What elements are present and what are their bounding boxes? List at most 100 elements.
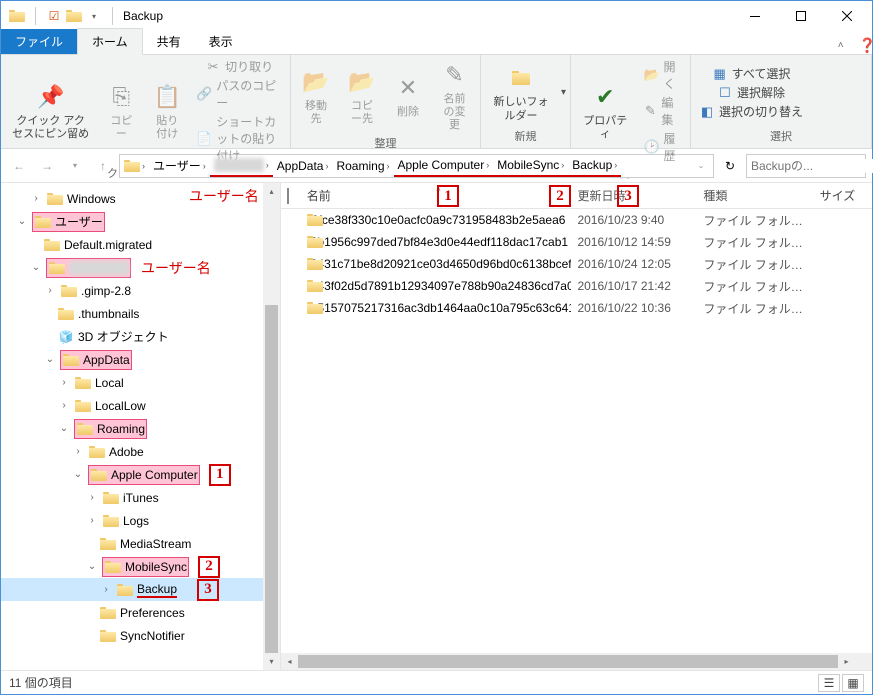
copypath-button[interactable]: 🔗パスのコピー xyxy=(192,76,286,112)
edit-icon: ✎ xyxy=(644,103,658,119)
tree-adobe[interactable]: ›Adobe xyxy=(1,440,280,463)
group-select: 選択 xyxy=(693,128,869,146)
properties-button[interactable]: ✔プロパティ xyxy=(573,79,638,143)
file-date: 2016/10/17 21:42 xyxy=(571,279,697,293)
table-row[interactable]: 2b1956c997ded7bf84e3d0e44edf118dac17cab1… xyxy=(281,231,872,253)
tree-itunes[interactable]: ›iTunes xyxy=(1,486,280,509)
tree-logs[interactable]: ›Logs xyxy=(1,509,280,532)
table-row[interactable]: 2431c71be8d20921ce03d4650d96bd0c6138bcef… xyxy=(281,253,872,275)
qat-dropdown-icon[interactable]: ▾ xyxy=(86,8,102,24)
select-all-checkbox[interactable] xyxy=(287,188,289,204)
help-icon[interactable]: ❓ xyxy=(859,37,873,54)
tree-mobilesync[interactable]: ⌄MobileSync2 xyxy=(1,555,280,578)
tree-appdata[interactable]: ⌄AppData xyxy=(1,348,280,371)
tree-thumbnails[interactable]: .thumbnails xyxy=(1,302,280,325)
column-size[interactable]: サイズ xyxy=(814,187,872,204)
crumb-username[interactable]: › xyxy=(210,155,273,177)
tree-syncnotifier[interactable]: SyncNotifier xyxy=(1,624,280,647)
file-list: 名前˄ 更新日時 種類 サイズ 1 2 3 0fce38f330c10e0acf… xyxy=(281,183,872,670)
file-type: ファイル フォルダー xyxy=(697,278,813,295)
selectnone-icon: ☐ xyxy=(717,85,733,101)
paste-button[interactable]: 📋貼り付け xyxy=(144,79,190,143)
crumb-roaming[interactable]: Roaming› xyxy=(332,155,393,177)
cut-button[interactable]: ✂切り取り xyxy=(192,57,286,76)
tab-home[interactable]: ホーム xyxy=(77,28,143,55)
moveto-button[interactable]: 📂移動先 xyxy=(293,64,339,128)
recent-button[interactable]: ▾ xyxy=(63,154,87,178)
rename-button[interactable]: ✎名前の変更 xyxy=(431,57,478,135)
table-row[interactable]: 0fce38f330c10e0acfc0a9c731958483b2e5aea6… xyxy=(281,209,872,231)
tree-3dobjects[interactable]: 🧊3D オブジェクト xyxy=(1,325,280,348)
delete-icon: ✕ xyxy=(392,72,424,104)
maximize-button[interactable] xyxy=(778,1,824,31)
tab-share[interactable]: 共有 xyxy=(143,29,195,54)
ribbon-tabs: ファイル ホーム 共有 表示 ˄ ❓ xyxy=(1,31,872,55)
column-headers: 名前˄ 更新日時 種類 サイズ xyxy=(281,183,872,209)
copyto-icon: 📂 xyxy=(346,66,378,98)
cut-icon: ✂ xyxy=(205,59,221,75)
file-date: 2016/10/23 9:40 xyxy=(571,213,697,227)
tree-preferences[interactable]: Preferences xyxy=(1,601,280,624)
column-type[interactable]: 種類 xyxy=(697,187,813,204)
selectall-button[interactable]: ▦すべて選択 xyxy=(695,64,807,83)
properties-icon: ✔ xyxy=(589,81,621,113)
tree-username[interactable]: ⌄ ユーザー名 xyxy=(1,256,280,279)
table-row[interactable]: b43f02d5d7891b12934097e788b90a24836cd7a0… xyxy=(281,275,872,297)
tree-apple[interactable]: ⌄Apple Computer1 xyxy=(1,463,280,486)
copyto-button[interactable]: 📂コピー先 xyxy=(339,64,385,128)
new-dropdown-icon[interactable]: ▾ xyxy=(561,87,566,98)
qat-folder-icon[interactable] xyxy=(66,8,82,24)
refresh-button[interactable]: ↻ xyxy=(718,154,742,178)
annotation-2: 2 xyxy=(198,556,220,578)
open-icon: 📂 xyxy=(644,67,660,83)
edit-button[interactable]: ✎編集 xyxy=(640,93,686,129)
addr-dropdown-icon[interactable]: ⌄ xyxy=(689,154,713,178)
view-details-button[interactable]: ☰ xyxy=(818,674,840,692)
tab-file[interactable]: ファイル xyxy=(1,29,77,54)
file-name: 0fce38f330c10e0acfc0a9c731958483b2e5aea6 xyxy=(312,213,566,227)
invert-icon: ◧ xyxy=(699,104,715,120)
tab-view[interactable]: 表示 xyxy=(195,29,247,54)
crumb-apple[interactable]: Apple Computer› xyxy=(394,155,494,177)
crumb-mobilesync[interactable]: MobileSync› xyxy=(493,155,568,177)
tree-backup[interactable]: ›Backup3 xyxy=(1,578,280,601)
crumb-backup[interactable]: Backup› xyxy=(568,155,621,177)
open-button[interactable]: 📂開く xyxy=(640,57,686,93)
copy-button[interactable]: ⎘コピー xyxy=(98,79,144,143)
paste-icon: 📋 xyxy=(151,81,183,113)
search-input[interactable] xyxy=(751,159,873,173)
file-date: 2016/10/22 10:36 xyxy=(571,301,697,315)
status-bar: 11 個の項目 ☰ ▦ xyxy=(1,670,872,694)
back-button[interactable]: ← xyxy=(7,154,31,178)
annotation-username-top: ユーザー名 xyxy=(189,186,259,206)
minimize-button[interactable] xyxy=(732,1,778,31)
collapse-ribbon-icon[interactable]: ˄ xyxy=(838,40,844,51)
nav-scrollbar[interactable]: ▴▾ xyxy=(263,183,280,670)
newfolder-button[interactable]: 新しいフォルダー xyxy=(483,60,559,124)
forward-button[interactable]: → xyxy=(35,154,59,178)
invert-button[interactable]: ◧選択の切り替え xyxy=(695,102,807,121)
qat-save-icon[interactable]: ☑ xyxy=(46,8,62,24)
file-name: 2431c71be8d20921ce03d4650d96bd0c6138bcef xyxy=(311,257,572,271)
tree-gimp[interactable]: ›.gimp-2.8 xyxy=(1,279,280,302)
close-button[interactable] xyxy=(824,1,870,31)
selectnone-button[interactable]: ☐選択解除 xyxy=(695,83,807,102)
delete-button[interactable]: ✕削除 xyxy=(385,70,431,121)
content-scrollbar-h[interactable]: ◂▸ xyxy=(281,653,855,670)
pin-button[interactable]: 📌クイック アクセスにピン留め xyxy=(3,79,98,143)
tree-default[interactable]: Default.migrated xyxy=(1,233,280,256)
tree-roaming[interactable]: ⌄Roaming xyxy=(1,417,280,440)
file-type: ファイル フォルダー xyxy=(697,234,813,251)
up-button[interactable]: ↑ xyxy=(91,154,115,178)
table-row[interactable]: b5157075217316ac3db1464aa0c10a795c63c641… xyxy=(281,297,872,319)
annotation-crumb-1: 1 xyxy=(437,185,459,207)
tree-locallow[interactable]: ›LocalLow xyxy=(1,394,280,417)
tree-local[interactable]: ›Local xyxy=(1,371,280,394)
history-button[interactable]: 🕑履歴 xyxy=(640,129,686,165)
search-box[interactable]: 🔍 xyxy=(746,154,866,178)
tree-mediastream[interactable]: MediaStream xyxy=(1,532,280,555)
tree-users[interactable]: ⌄ユーザー xyxy=(1,210,280,233)
file-name: b43f02d5d7891b12934097e788b90a24836cd7a0 xyxy=(311,279,572,293)
annotation-1: 1 xyxy=(209,464,231,486)
view-icons-button[interactable]: ▦ xyxy=(842,674,864,692)
